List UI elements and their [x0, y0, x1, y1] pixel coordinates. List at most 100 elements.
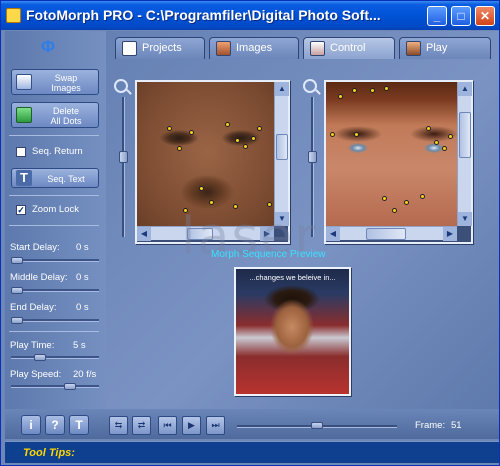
help-button[interactable]: ?: [45, 415, 65, 435]
morph-dot[interactable]: [382, 196, 387, 201]
start-delay-thumb[interactable]: [11, 257, 23, 264]
middle-delay-value: 0 s: [76, 272, 89, 283]
minimize-button[interactable]: _: [427, 6, 447, 26]
tab-play[interactable]: Play: [399, 37, 491, 59]
info-button[interactable]: i: [21, 415, 41, 435]
repeat-icon[interactable]: ⇄: [132, 416, 151, 435]
scroll-up-arrow[interactable]: ▲: [275, 82, 289, 96]
zoom-icon: [303, 79, 317, 93]
app-icon[interactable]: [6, 8, 21, 23]
skip-back-icon[interactable]: ⏮: [158, 416, 177, 435]
morph-dot[interactable]: [251, 136, 256, 141]
morph-dot[interactable]: [404, 200, 409, 205]
loop-icon[interactable]: ⇆: [109, 416, 128, 435]
title-bar[interactable]: FotoMorph PRO - C:\Programfiler\Digital …: [1, 1, 499, 30]
morph-preview-title: Morph Sequence Preview: [211, 249, 326, 260]
play-time-thumb[interactable]: [33, 354, 46, 361]
end-delay-slider[interactable]: [11, 319, 99, 322]
tab-images[interactable]: Images: [209, 37, 299, 59]
morph-dot[interactable]: [167, 126, 172, 131]
morph-dot[interactable]: [448, 134, 453, 139]
zoom-icon: [114, 79, 128, 93]
morph-dot[interactable]: [442, 146, 447, 151]
play-time-slider[interactable]: [11, 356, 99, 359]
start-delay-slider[interactable]: [11, 259, 99, 262]
text-icon: T: [16, 170, 32, 186]
scroll-left-arrow[interactable]: ◀: [326, 227, 340, 241]
morph-dot[interactable]: [420, 194, 425, 199]
close-button[interactable]: ✕: [475, 6, 495, 26]
morph-dot[interactable]: [189, 130, 194, 135]
morph-dot[interactable]: [392, 208, 397, 213]
swap-images-button[interactable]: Swap Images: [11, 69, 99, 95]
morph-dot[interactable]: [434, 140, 439, 145]
left-zoom-slider[interactable]: [122, 97, 125, 237]
tab-projects-label: Projects: [142, 42, 182, 54]
skip-forward-icon[interactable]: ⏭: [206, 416, 225, 435]
play-time-value: 5 s: [73, 340, 86, 351]
morph-dot[interactable]: [338, 94, 343, 99]
frame-value: 51: [451, 420, 462, 431]
morph-dot[interactable]: [199, 186, 204, 191]
morph-dot[interactable]: [330, 132, 335, 137]
scroll-down-arrow[interactable]: ▼: [458, 212, 472, 226]
scroll-up-arrow[interactable]: ▲: [458, 82, 472, 96]
trash-icon: [16, 107, 32, 123]
morph-dot[interactable]: [177, 146, 182, 151]
image-icon: [216, 41, 231, 56]
divider: [9, 135, 99, 136]
morph-dot[interactable]: [209, 200, 214, 205]
target-vertical-scrollbar[interactable]: ▲ ▼: [457, 82, 472, 226]
delete-all-dots-button[interactable]: Delete All Dots: [11, 102, 99, 128]
seq-text-button[interactable]: T Seq. Text: [11, 168, 99, 188]
tab-play-label: Play: [426, 42, 448, 54]
grid-icon: [122, 41, 137, 56]
swap-images-label: Swap Images: [51, 73, 81, 93]
scroll-thumb[interactable]: [276, 134, 288, 160]
tab-projects[interactable]: Projects: [115, 37, 205, 59]
divider: [9, 225, 99, 226]
source-face-image[interactable]: [137, 82, 274, 226]
end-delay-thumb[interactable]: [11, 317, 23, 324]
zoom-lock-checkbox[interactable]: ✓: [16, 205, 26, 215]
maximize-button[interactable]: □: [451, 6, 471, 26]
end-delay-value: 0 s: [76, 302, 89, 313]
play-speed-thumb[interactable]: [64, 383, 77, 390]
window-title: FotoMorph PRO - C:\Programfiler\Digital …: [26, 7, 381, 23]
morph-dot[interactable]: [235, 138, 240, 143]
seq-return-checkbox[interactable]: [16, 147, 26, 157]
tool-tips-bar: Tool Tips:: [5, 441, 499, 463]
morph-preview-image[interactable]: ...changes we beleive in...: [236, 269, 349, 394]
middle-delay-slider[interactable]: [11, 289, 99, 292]
frame-slider-thumb[interactable]: [311, 422, 323, 429]
morph-dot[interactable]: [426, 126, 431, 131]
target-face-image[interactable]: [326, 82, 457, 226]
source-vertical-scrollbar[interactable]: ▲ ▼: [274, 82, 289, 226]
seq-text-label: Seq. Text: [47, 174, 85, 184]
middle-delay-thumb[interactable]: [11, 287, 23, 294]
right-zoom-thumb[interactable]: [308, 151, 317, 163]
app-window: FotoMorph PRO - C:\Programfiler\Digital …: [0, 0, 500, 466]
scroll-thumb[interactable]: [366, 228, 406, 240]
scroll-right-arrow[interactable]: ▶: [443, 227, 457, 241]
seq-return-label: Seq. Return: [32, 146, 83, 157]
target-horizontal-scrollbar[interactable]: ◀ ▶: [326, 226, 457, 241]
text-button[interactable]: T: [69, 415, 89, 435]
zoom-lock-label: Zoom Lock: [32, 204, 79, 215]
play-speed-slider[interactable]: [11, 385, 99, 388]
morph-dot[interactable]: [352, 88, 357, 93]
scroll-thumb[interactable]: [459, 112, 471, 158]
play-icon[interactable]: ▶: [182, 416, 201, 435]
morph-dot[interactable]: [384, 86, 389, 91]
morph-dot[interactable]: [225, 122, 230, 127]
tab-control[interactable]: Control: [303, 37, 395, 59]
scroll-left-arrow[interactable]: ◀: [137, 227, 151, 241]
play-speed-label: Play Speed:: [10, 369, 62, 380]
morph-dot[interactable]: [257, 126, 262, 131]
morph-dot[interactable]: [243, 144, 248, 149]
play-icon: [406, 41, 421, 56]
target-image-panel: ▲ ▼ ◀ ▶: [324, 80, 473, 244]
morph-dot[interactable]: [354, 132, 359, 137]
morph-dot[interactable]: [370, 88, 375, 93]
left-zoom-thumb[interactable]: [119, 151, 128, 163]
